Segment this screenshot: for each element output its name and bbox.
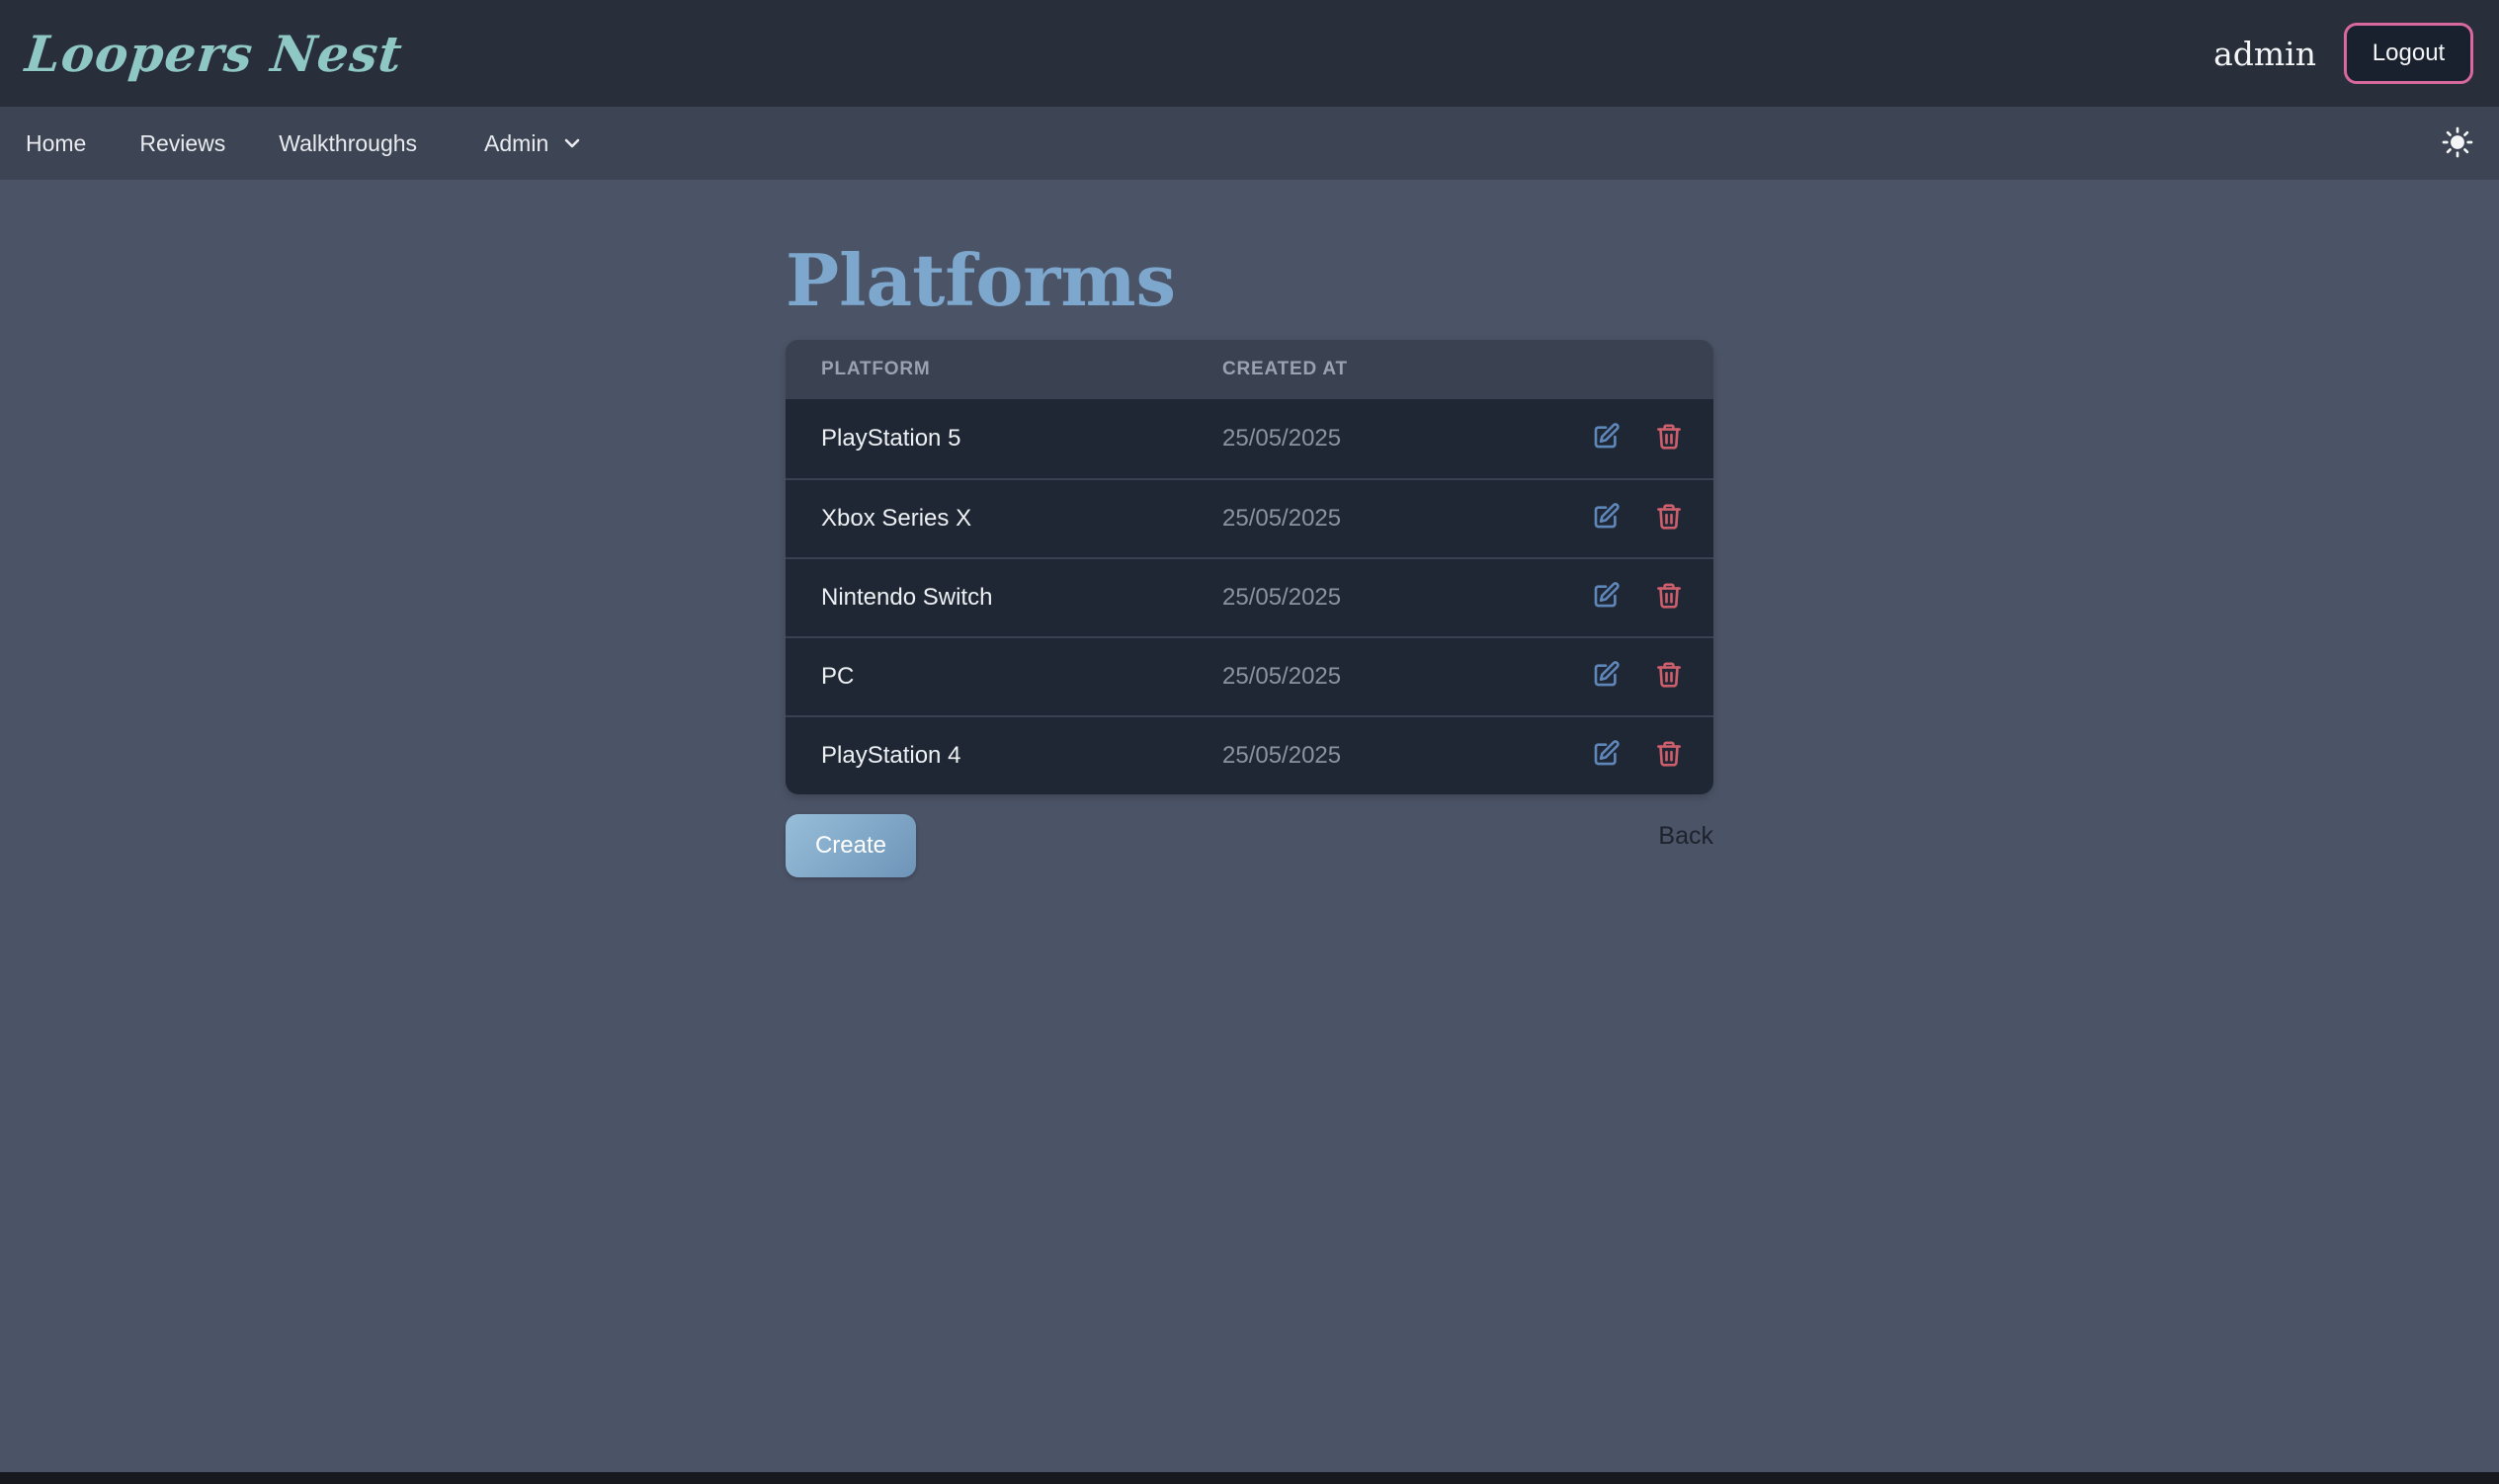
nav-item-reviews-label: Reviews: [139, 130, 225, 157]
chevron-down-icon: [560, 131, 584, 155]
row-actions: [1545, 660, 1713, 693]
sun-icon: [2442, 126, 2473, 161]
edit-button[interactable]: [1591, 739, 1621, 772]
nav-item-reviews[interactable]: Reviews: [139, 130, 225, 157]
trash-icon: [1654, 502, 1684, 535]
back-link[interactable]: Back: [1658, 822, 1713, 851]
platforms-table: Platform Created At PlayStation 5 25/05/…: [786, 340, 1713, 794]
delete-button[interactable]: [1654, 502, 1684, 535]
nav-bar: Home Reviews Walkthroughs Admin: [0, 107, 2499, 180]
app-header: Loopers Nest admin Logout: [0, 0, 2499, 107]
table-row: Nintendo Switch 25/05/2025: [786, 557, 1713, 636]
nav-item-home-label: Home: [26, 130, 86, 157]
nav-item-admin-dropdown[interactable]: Admin: [484, 130, 584, 157]
platform-name: Nintendo Switch: [786, 584, 1222, 612]
delete-button[interactable]: [1654, 660, 1684, 693]
header-right: admin Logout: [2213, 23, 2473, 84]
theme-toggle-button[interactable]: [2442, 126, 2473, 161]
table-header-row: Platform Created At: [786, 340, 1713, 399]
nav-item-walkthroughs[interactable]: Walkthroughs: [279, 130, 417, 157]
table-row: PlayStation 4 25/05/2025: [786, 715, 1713, 794]
trash-icon: [1654, 660, 1684, 693]
nav-item-home[interactable]: Home: [26, 130, 86, 157]
content-column: Platforms Platform Created At PlayStatio…: [786, 243, 1713, 877]
created-at-date: 25/05/2025: [1222, 663, 1545, 691]
nav-item-admin-label: Admin: [484, 130, 548, 157]
row-actions: [1545, 502, 1713, 535]
created-at-date: 25/05/2025: [1222, 505, 1545, 533]
trash-icon: [1654, 422, 1684, 454]
table-row: PC 25/05/2025: [786, 636, 1713, 715]
column-header-platform: Platform: [786, 359, 1222, 380]
edit-icon: [1591, 502, 1621, 535]
edit-button[interactable]: [1591, 502, 1621, 535]
row-actions: [1545, 739, 1713, 772]
edit-button[interactable]: [1591, 660, 1621, 693]
delete-button[interactable]: [1654, 422, 1684, 454]
table-row: Xbox Series X 25/05/2025: [786, 478, 1713, 557]
platform-name: PC: [786, 663, 1222, 691]
page-title: Platforms: [786, 243, 1713, 318]
edit-button[interactable]: [1591, 581, 1621, 614]
trash-icon: [1654, 739, 1684, 772]
platform-name: PlayStation 5: [786, 425, 1222, 453]
edit-icon: [1591, 422, 1621, 454]
table-row: PlayStation 5 25/05/2025: [786, 399, 1713, 478]
platform-name: Xbox Series X: [786, 505, 1222, 533]
edit-button[interactable]: [1591, 422, 1621, 454]
create-button[interactable]: Create: [786, 814, 916, 877]
delete-button[interactable]: [1654, 739, 1684, 772]
created-at-date: 25/05/2025: [1222, 584, 1545, 612]
created-at-date: 25/05/2025: [1222, 425, 1545, 453]
logout-button[interactable]: Logout: [2344, 23, 2473, 84]
column-header-created-at: Created At: [1222, 359, 1545, 380]
trash-icon: [1654, 581, 1684, 614]
created-at-date: 25/05/2025: [1222, 742, 1545, 770]
main-content: Platforms Platform Created At PlayStatio…: [0, 180, 2499, 877]
row-actions: [1545, 581, 1713, 614]
bottom-actions: Create Back: [786, 814, 1713, 877]
row-actions: [1545, 422, 1713, 454]
edit-icon: [1591, 660, 1621, 693]
footer-strip: [0, 1472, 2499, 1484]
nav-item-walkthroughs-label: Walkthroughs: [279, 130, 417, 157]
platform-name: PlayStation 4: [786, 742, 1222, 770]
brand-logo[interactable]: Loopers Nest: [23, 25, 405, 83]
edit-icon: [1591, 581, 1621, 614]
delete-button[interactable]: [1654, 581, 1684, 614]
edit-icon: [1591, 739, 1621, 772]
username-label: admin: [2213, 35, 2316, 73]
